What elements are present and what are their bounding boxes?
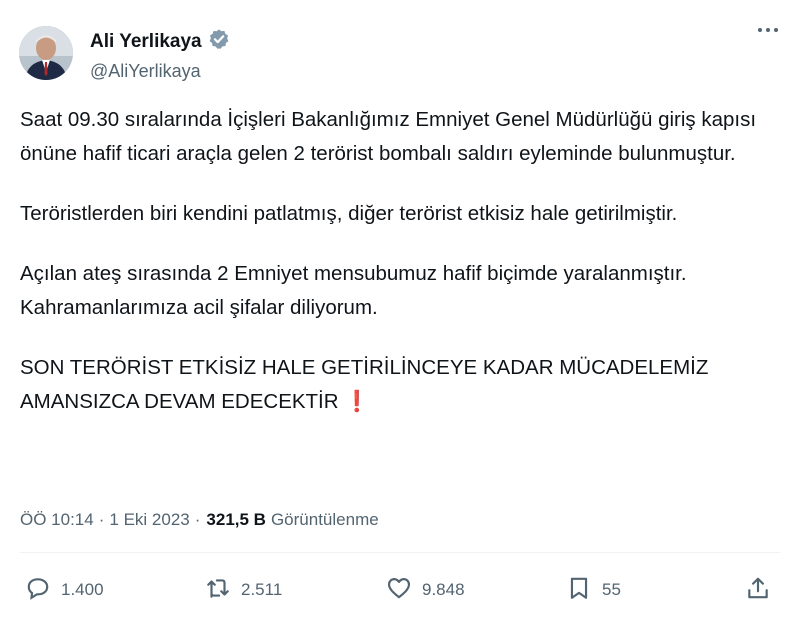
retweet-count: 2.511	[241, 580, 283, 599]
exclamation-emoji: ❗	[344, 390, 370, 413]
share-button[interactable]	[745, 568, 771, 612]
retweet-icon	[205, 575, 231, 606]
name-row: Ali Yerlikaya	[90, 28, 230, 55]
heart-icon	[386, 575, 412, 606]
views-label: Görüntülenme	[270, 510, 379, 529]
tweet-paragraph-1: Saat 09.30 sıralarında İçişleri Bakanlığ…	[20, 108, 757, 165]
tweet-paragraph-4: SON TERÖRİST ETKİSİZ HALE GETİRİLİNCEYE …	[20, 351, 790, 419]
bookmark-icon	[566, 575, 592, 606]
dot	[766, 28, 770, 32]
bookmark-button[interactable]: 55	[566, 568, 621, 612]
tweet-paragraph-3: Açılan ateş sırasında 2 Emniyet mensubum…	[20, 262, 687, 319]
like-button[interactable]: 9.848	[386, 568, 465, 612]
share-icon	[745, 575, 771, 606]
reply-count: 1.400	[61, 580, 104, 599]
reply-icon	[25, 575, 51, 606]
tweet-time[interactable]: ÖÖ 10:14	[20, 510, 94, 530]
avatar-image	[19, 26, 73, 80]
views-count: 321,5 B	[206, 510, 266, 529]
avatar[interactable]	[19, 26, 73, 80]
more-options-icon[interactable]	[758, 28, 778, 32]
author-block: Ali Yerlikaya @AliYerlikaya	[90, 28, 230, 82]
tweet-meta: ÖÖ 10:14 · 1 Eki 2023 · 321,5 B Görüntül…	[20, 510, 379, 530]
divider	[20, 552, 780, 553]
verified-badge-icon	[208, 28, 230, 55]
meta-separator: ·	[98, 510, 105, 529]
author-name[interactable]: Ali Yerlikaya	[90, 31, 202, 53]
action-bar: 1.400 2.511 9.848 55	[0, 568, 800, 612]
tweet-text: Saat 09.30 sıralarında İçişleri Bakanlığ…	[20, 103, 790, 445]
dot	[774, 28, 778, 32]
retweet-button[interactable]: 2.511	[205, 568, 282, 612]
tweet-date[interactable]: 1 Eki 2023	[109, 510, 189, 530]
bookmark-count: 55	[602, 580, 621, 599]
dot	[758, 28, 762, 32]
author-handle[interactable]: @AliYerlikaya	[90, 61, 230, 82]
like-count: 9.848	[422, 580, 465, 599]
reply-button[interactable]: 1.400	[25, 568, 104, 612]
meta-separator: ·	[194, 510, 201, 529]
tweet-paragraph-2: Teröristlerden biri kendini patlatmış, d…	[20, 202, 678, 225]
